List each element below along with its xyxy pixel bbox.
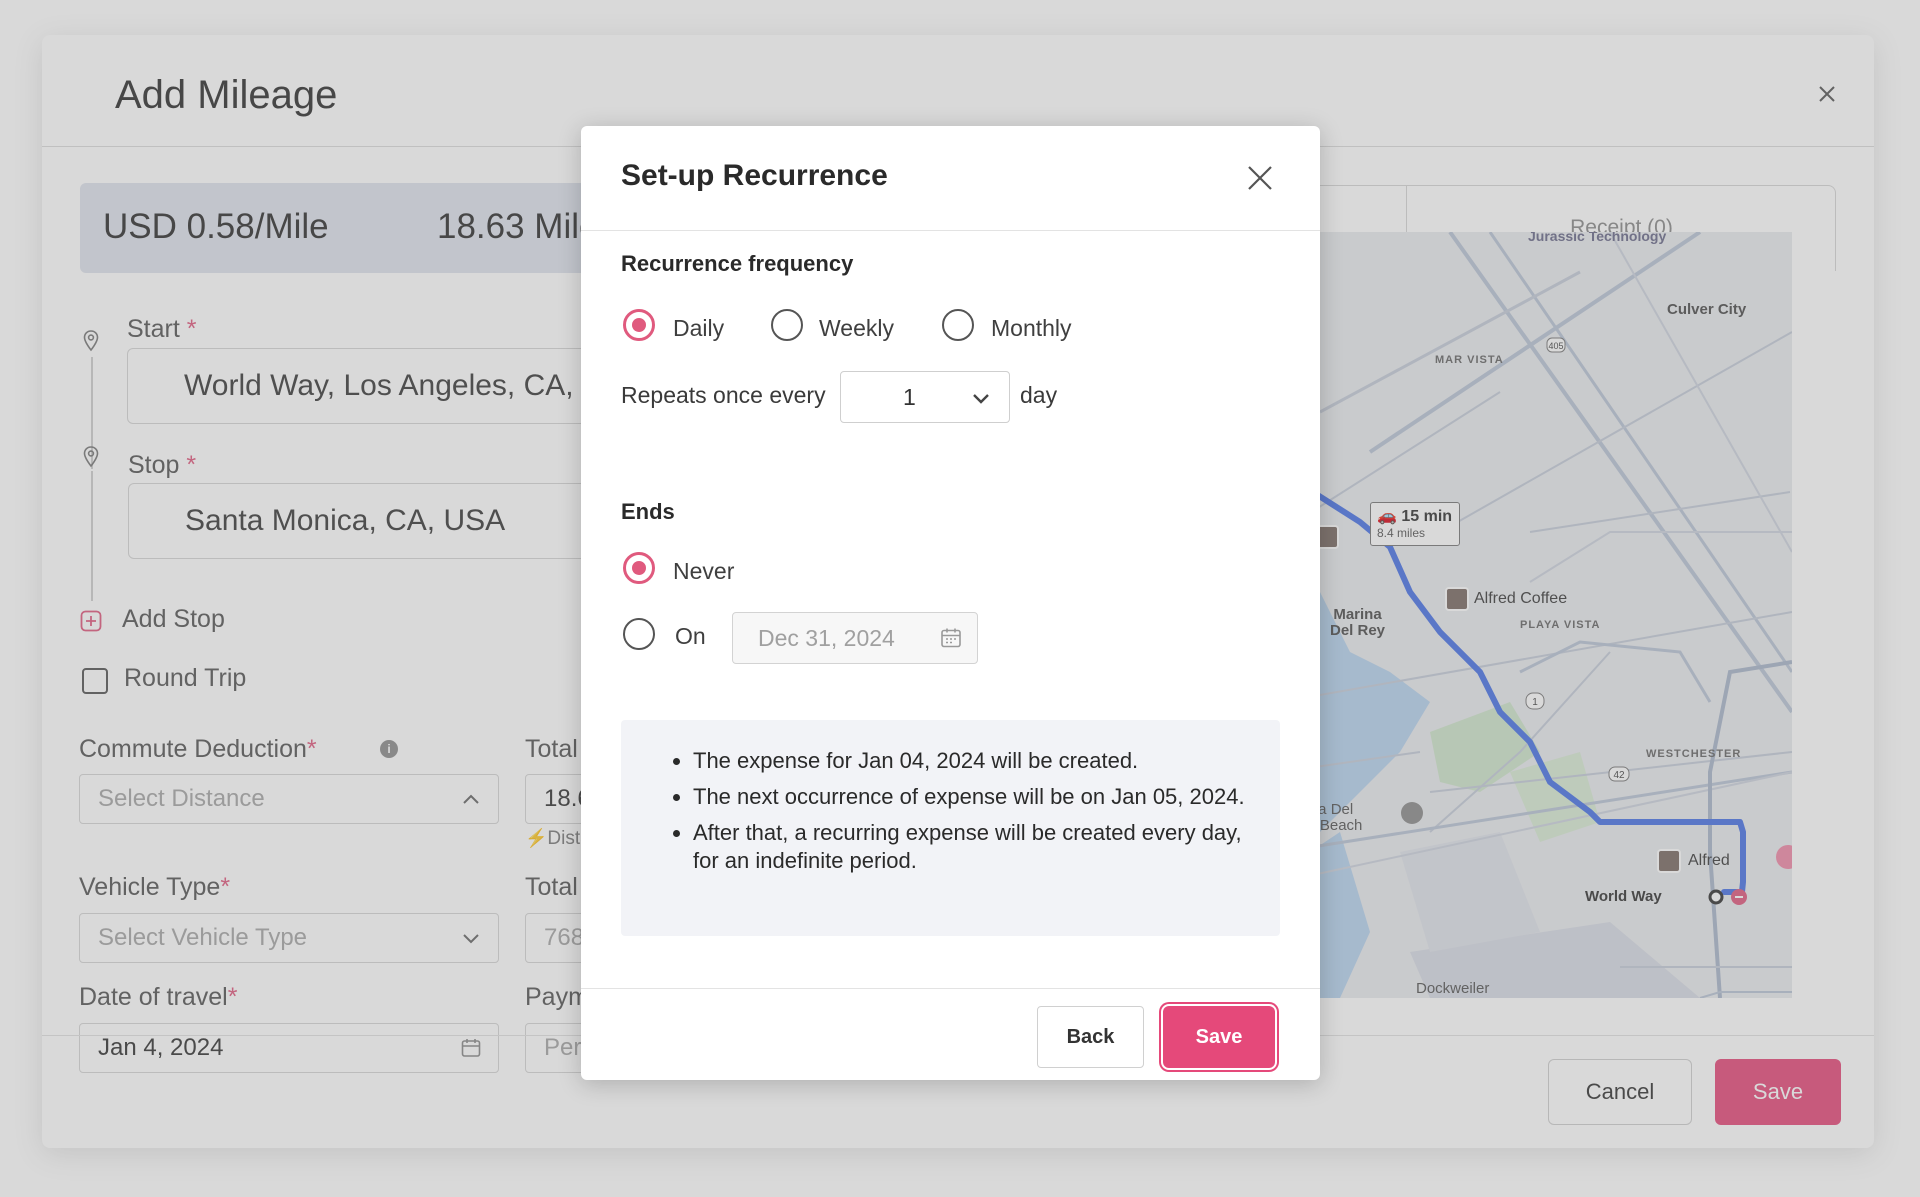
radio-daily[interactable] xyxy=(623,309,655,341)
calendar-icon xyxy=(941,628,961,648)
summary-item: After that, a recurring expense will be … xyxy=(693,819,1268,875)
radio-weekly-label: Weekly xyxy=(819,315,894,341)
repeat-unit-label: day xyxy=(1020,382,1058,408)
close-icon[interactable] xyxy=(1245,163,1275,193)
modal-header-divider xyxy=(581,230,1320,231)
radio-never[interactable] xyxy=(623,552,655,584)
summary-item: The expense for Jan 04, 2024 will be cre… xyxy=(693,747,1268,775)
recurrence-frequency-title: Recurrence frequency xyxy=(621,251,854,276)
repeat-interval-select[interactable]: 1 xyxy=(840,371,1010,423)
modal-footer-divider xyxy=(581,988,1320,989)
radio-on[interactable] xyxy=(623,618,655,650)
repeat-prefix-label: Repeats once every xyxy=(621,382,826,408)
radio-monthly[interactable] xyxy=(942,309,974,341)
radio-weekly[interactable] xyxy=(771,309,803,341)
modal-title: Set-up Recurrence xyxy=(621,159,888,192)
end-date-input[interactable]: Dec 31, 2024 xyxy=(732,612,978,664)
radio-on-label: On xyxy=(675,623,706,649)
chevron-down-icon xyxy=(973,394,989,404)
radio-daily-label: Daily xyxy=(673,315,725,341)
radio-never-label: Never xyxy=(673,558,735,584)
save-button[interactable]: Save xyxy=(1163,1006,1275,1068)
ends-title: Ends xyxy=(621,499,675,524)
radio-monthly-label: Monthly xyxy=(991,315,1072,341)
back-button[interactable]: Back xyxy=(1037,1006,1144,1068)
recurrence-modal: Set-up Recurrence Recurrence frequency D… xyxy=(581,126,1320,1080)
recurrence-summary: The expense for Jan 04, 2024 will be cre… xyxy=(621,720,1280,936)
summary-item: The next occurrence of expense will be o… xyxy=(693,783,1268,811)
